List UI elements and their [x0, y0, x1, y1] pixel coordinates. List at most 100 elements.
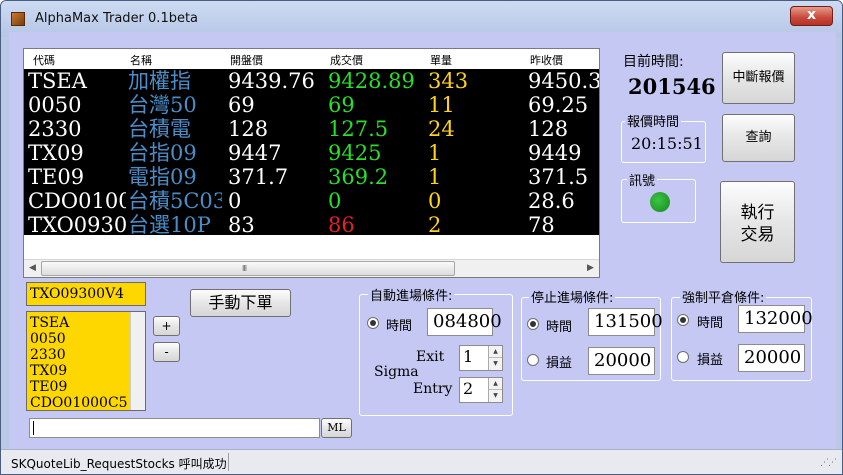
- status-bar: SKQuoteLib_RequestStocks 呼叫成功 ⋰⋰: [1, 449, 842, 474]
- force-close-time-radio[interactable]: [677, 314, 689, 326]
- scroll-thumb[interactable]: III: [41, 261, 455, 276]
- grid-header: 代碼 名稱 開盤價 成交價 單量 昨收價: [24, 49, 599, 69]
- cell-qty: 24: [428, 117, 455, 141]
- command-input[interactable]: [29, 418, 320, 438]
- auto-entry-title: 自動進場條件:: [368, 285, 455, 304]
- col-header-open[interactable]: 開盤價: [230, 52, 263, 68]
- stop-entry-time-input[interactable]: 131500: [588, 308, 663, 336]
- stop-entry-time-radio[interactable]: [527, 318, 539, 330]
- stop-entry-pnl-radio[interactable]: [527, 354, 539, 366]
- current-time-label: 目前時間:: [623, 54, 684, 70]
- cell-prev: 28.6: [528, 189, 575, 213]
- table-row[interactable]: TX09 台指09 9447 9425 1 9449: [24, 141, 599, 165]
- grid-horizontal-scrollbar[interactable]: ◀ III ▶: [24, 259, 599, 277]
- force-close-pnl-label: 損益: [697, 353, 724, 368]
- stop-quote-button[interactable]: 中斷報價: [722, 52, 795, 104]
- scroll-left-icon[interactable]: ◀: [24, 260, 41, 277]
- table-row[interactable]: 0050 台灣50 69 69 11 69.25: [24, 93, 599, 117]
- entry-sigma-spinner[interactable]: 2 ▲ ▼: [459, 377, 503, 403]
- cell-prev: 9450.35: [528, 69, 599, 93]
- table-row[interactable]: TXO09300台選10P 83 86 2 78: [24, 213, 599, 237]
- force-close-title: 強制平倉條件:: [680, 287, 767, 306]
- list-item[interactable]: 2330: [30, 347, 145, 363]
- table-row[interactable]: 2330 台積電 128 127.5 24 128: [24, 117, 599, 141]
- scroll-grip-icon: III: [242, 264, 247, 273]
- list-item[interactable]: TX09: [30, 363, 145, 379]
- list-item[interactable]: TSEA: [30, 315, 145, 331]
- force-close-pnl-radio[interactable]: [677, 351, 689, 363]
- cell-code: TX09: [28, 141, 84, 165]
- query-button[interactable]: 查詢: [722, 114, 795, 162]
- cell-name: 台指09: [128, 141, 197, 165]
- window-title: AlphaMax Trader 0.1beta: [35, 11, 199, 26]
- grid-body: TSEA 加權指 9439.76 9428.89 343 9450.35 0050 台灣50 6…: [24, 69, 599, 237]
- manual-order-button[interactable]: 手動下單: [190, 289, 291, 317]
- table-row[interactable]: TE09 電指09 371.7 369.2 1 371.5: [24, 165, 599, 189]
- auto-entry-time-label: 時間: [386, 319, 413, 334]
- stop-entry-title: 停止進場條件:: [529, 287, 616, 306]
- force-close-pnl-input[interactable]: 20000: [738, 344, 805, 372]
- cell-qty: 2: [428, 213, 442, 237]
- selected-symbol-field[interactable]: TXO09300V4: [26, 282, 146, 306]
- ml-button[interactable]: ML: [321, 418, 352, 438]
- symbol-list-scrollbar[interactable]: [130, 312, 145, 410]
- cell-open: 9439.76: [228, 69, 315, 93]
- quote-time-value: 20:15:51: [631, 134, 703, 153]
- entry-sigma-value: 2: [463, 379, 474, 398]
- col-header-prev[interactable]: 昨收價: [530, 52, 563, 68]
- cell-code: 2330: [28, 117, 82, 141]
- cell-name: 台積電: [128, 117, 191, 141]
- auto-entry-time-input[interactable]: 084800: [427, 308, 502, 336]
- spin-up-icon[interactable]: ▲: [489, 346, 502, 358]
- cell-name: 加權指: [128, 69, 191, 93]
- cell-open: 69: [228, 93, 255, 117]
- col-header-name[interactable]: 名稱: [130, 52, 152, 68]
- stop-entry-pnl-input[interactable]: 20000: [588, 347, 655, 375]
- remove-symbol-button[interactable]: -: [153, 342, 180, 362]
- spin-down-icon[interactable]: ▼: [489, 390, 502, 402]
- cell-prev: 371.5: [528, 165, 589, 189]
- cell-prev: 128: [528, 117, 569, 141]
- sigma-label: Sigma: [374, 364, 419, 380]
- quote-grid[interactable]: 代碼 名稱 開盤價 成交價 單量 昨收價 TSEA 加權指 9439.76 9428.…: [23, 48, 600, 278]
- scroll-right-icon[interactable]: ▶: [582, 260, 599, 277]
- resize-grip-icon[interactable]: ⋰⋰: [820, 458, 837, 468]
- signal-label: 訊號: [627, 170, 658, 189]
- cell-open: 9447: [228, 141, 282, 165]
- spin-down-icon[interactable]: ▼: [489, 358, 502, 370]
- list-item[interactable]: TE09: [30, 379, 145, 395]
- signal-indicator-icon: [650, 192, 670, 212]
- cell-code: CDO01000: [28, 189, 126, 213]
- exit-sigma-value: 1: [463, 347, 474, 366]
- close-button[interactable]: x: [790, 6, 833, 26]
- col-header-qty[interactable]: 單量: [430, 52, 452, 68]
- table-row[interactable]: TSEA 加權指 9439.76 9428.89 343 9450.35: [24, 69, 599, 93]
- entry-label: Entry: [413, 381, 453, 397]
- cell-qty: 343: [428, 69, 469, 93]
- status-text: SKQuoteLib_RequestStocks 呼叫成功: [11, 457, 227, 471]
- list-item[interactable]: CDO01000C5: [30, 395, 145, 411]
- cell-qty: 11: [428, 93, 455, 117]
- exit-sigma-spinner[interactable]: 1 ▲ ▼: [459, 345, 503, 371]
- spin-up-icon[interactable]: ▲: [489, 378, 502, 390]
- auto-entry-time-radio[interactable]: [367, 317, 379, 329]
- table-row[interactable]: CDO01000台積5C0300028.6: [24, 189, 599, 213]
- current-time-value: 201546: [628, 74, 716, 99]
- col-header-code[interactable]: 代碼: [33, 52, 55, 68]
- cell-code: TE09: [28, 165, 85, 189]
- cell-prev: 78: [528, 213, 555, 237]
- quote-time-label: 報價時間: [625, 111, 682, 130]
- cell-name: 台灣50: [128, 93, 197, 117]
- add-symbol-button[interactable]: +: [153, 316, 180, 336]
- symbol-listbox[interactable]: TSEA 0050 2330 TX09 TE09 CDO01000C5: [26, 311, 146, 411]
- execute-trade-label-line2: 交易: [740, 225, 775, 245]
- execute-trade-label-line1: 執行: [740, 203, 775, 223]
- stop-entry-time-label: 時間: [546, 320, 573, 335]
- cell-open: 128: [228, 117, 269, 141]
- cell-last: 9428.89: [328, 69, 415, 93]
- cell-open: 0: [228, 189, 242, 213]
- col-header-last[interactable]: 成交價: [330, 52, 363, 68]
- list-item[interactable]: 0050: [30, 331, 145, 347]
- execute-trade-button[interactable]: 執行 交易: [720, 181, 795, 263]
- force-close-time-input[interactable]: 132000: [738, 305, 813, 333]
